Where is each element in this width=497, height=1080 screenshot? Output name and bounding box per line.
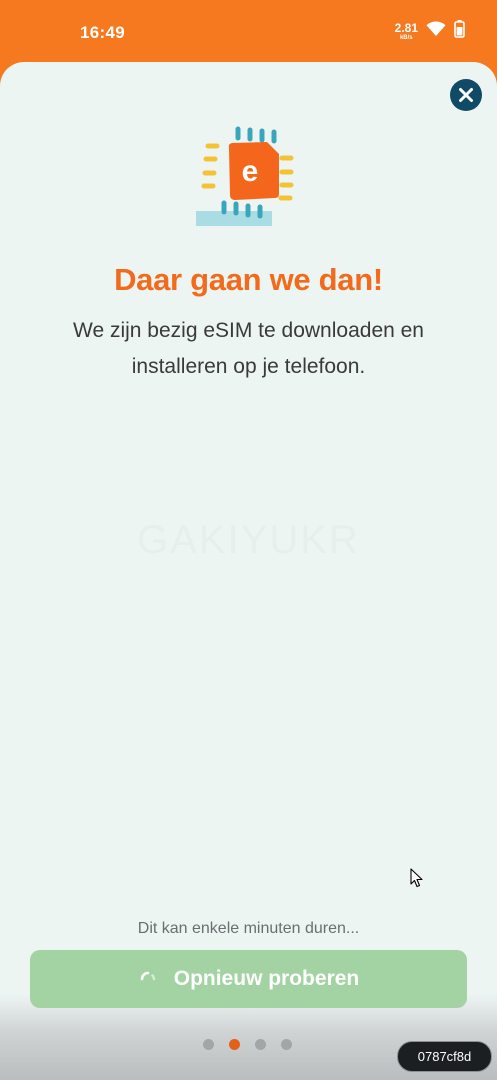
page-dot xyxy=(281,1039,292,1050)
page-dot xyxy=(203,1039,214,1050)
page-indicator xyxy=(203,1039,292,1050)
close-icon xyxy=(459,88,473,102)
close-button[interactable] xyxy=(450,79,482,111)
esim-chip-icon: e xyxy=(194,122,302,233)
status-time: 16:49 xyxy=(80,23,125,42)
network-speed-value: 2.81 xyxy=(394,21,418,35)
network-speed-unit: kB/s xyxy=(399,35,413,41)
page-dot-active xyxy=(229,1039,240,1050)
session-id-badge: 0787cf8d xyxy=(397,1041,492,1072)
status-bar: 16:49 2.81 kB/s xyxy=(0,0,497,66)
description-text: We zijn bezig eSIM te downloaden en inst… xyxy=(73,319,424,378)
battery-icon xyxy=(454,20,465,43)
page-title: Daar gaan we dan! xyxy=(114,262,383,297)
network-speed: 2.81 kB/s xyxy=(395,22,418,41)
page-dot xyxy=(255,1039,266,1050)
spinner-icon xyxy=(140,971,156,981)
status-icons: 2.81 kB/s xyxy=(395,20,465,43)
retry-button[interactable]: Opnieuw proberen xyxy=(30,950,467,1008)
wait-hint: Dit kan enkele minuten duren... xyxy=(137,920,360,937)
watermark: GAKIYUKR xyxy=(137,518,360,562)
wifi-icon xyxy=(426,21,446,42)
retry-button-label: Opnieuw proberen xyxy=(173,967,360,990)
chip-letter: e xyxy=(242,155,259,188)
mouse-cursor-icon xyxy=(410,868,424,893)
